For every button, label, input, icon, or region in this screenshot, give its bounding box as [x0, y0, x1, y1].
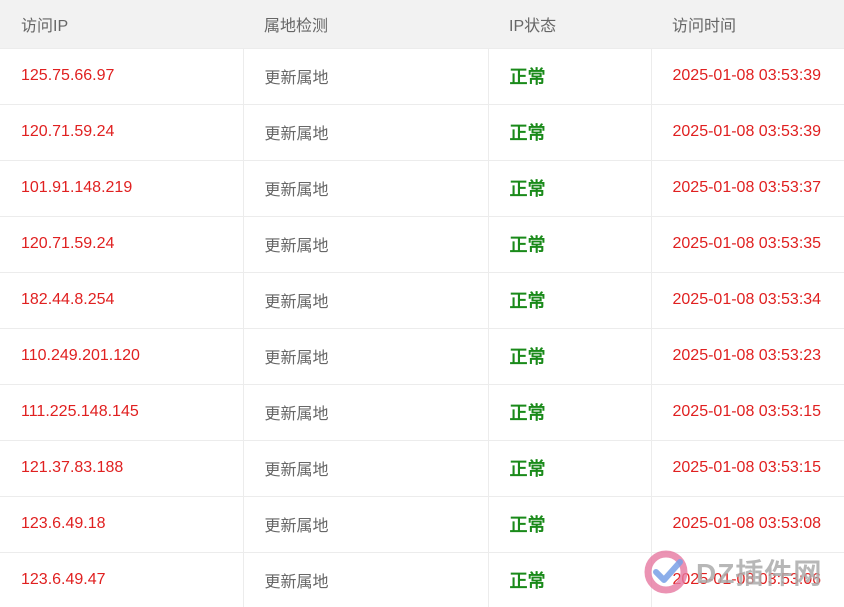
ip-address-cell: 123.6.49.47: [0, 552, 244, 607]
ip-address-cell: 121.37.83.188: [0, 440, 244, 496]
ip-address-cell: 120.71.59.24: [0, 104, 244, 160]
ip-status-cell: 正常: [488, 328, 652, 384]
ip-status-cell: 正常: [488, 216, 652, 272]
access-time-cell: 2025-01-08 03:53:08: [672, 515, 822, 532]
update-location-link[interactable]: 更新属地: [243, 496, 489, 552]
ip-address-cell: 123.6.49.18: [0, 496, 244, 552]
ip-address-cell: 110.249.201.120: [0, 328, 244, 384]
access-time-cell: 2025-01-08 03:53:15: [672, 403, 822, 420]
update-location-link[interactable]: 更新属地: [243, 216, 489, 272]
update-location-link[interactable]: 更新属地: [243, 104, 489, 160]
table-row: 182.44.8.254 更新属地 正常 2025-01-08 03:53:34: [0, 272, 844, 328]
update-location-link[interactable]: 更新属地: [243, 48, 489, 104]
ip-status-cell: 正常: [488, 496, 652, 552]
ip-status-cell: 正常: [488, 384, 652, 440]
ip-address-cell: 182.44.8.254: [0, 272, 244, 328]
table-row: 111.225.148.145 更新属地 正常 2025-01-08 03:53:15: [0, 384, 844, 440]
access-time-cell: 2025-01-08 03:53:35: [672, 235, 822, 252]
update-location-link[interactable]: 更新属地: [243, 552, 489, 607]
ip-status-cell: 正常: [488, 104, 652, 160]
header-time: 访问时间: [672, 17, 737, 35]
ip-status-cell: 正常: [488, 272, 652, 328]
table-row: 123.6.49.47 更新属地 正常 2025-01-08 03:53:06: [0, 552, 844, 607]
ip-address-cell: 101.91.148.219: [0, 160, 244, 216]
ip-status-cell: 正常: [488, 552, 652, 607]
ip-address-cell: 125.75.66.97: [0, 48, 244, 104]
table-row: 123.6.49.18 更新属地 正常 2025-01-08 03:53:08: [0, 496, 844, 552]
update-location-link[interactable]: 更新属地: [243, 440, 489, 496]
access-time-cell: 2025-01-08 03:53:39: [672, 123, 822, 140]
update-location-link[interactable]: 更新属地: [243, 272, 489, 328]
table-row: 120.71.59.24 更新属地 正常 2025-01-08 03:53:35: [0, 216, 844, 272]
ip-access-table: 访问IP 属地检测 IP状态 访问时间 125.75.66.97 更新属地 正常 20…: [0, 0, 844, 607]
table-row: 110.249.201.120 更新属地 正常 2025-01-08 03:53:23: [0, 328, 844, 384]
access-time-cell: 2025-01-08 03:53:37: [672, 179, 822, 196]
ip-status-cell: 正常: [488, 48, 652, 104]
access-time-cell: 2025-01-08 03:53:39: [672, 67, 822, 84]
access-time-cell: 2025-01-08 03:53:23: [672, 347, 822, 364]
update-location-link[interactable]: 更新属地: [243, 384, 489, 440]
header-status: IP状态: [509, 17, 557, 35]
header-location: 属地检测: [264, 17, 329, 35]
update-location-link[interactable]: 更新属地: [243, 328, 489, 384]
table-row: 120.71.59.24 更新属地 正常 2025-01-08 03:53:39: [0, 104, 844, 160]
header-ip: 访问IP: [21, 17, 69, 35]
access-time-cell: 2025-01-08 03:53:15: [672, 459, 822, 476]
access-time-cell: 2025-01-08 03:53:34: [672, 291, 822, 308]
table-row: 125.75.66.97 更新属地 正常 2025-01-08 03:53:39: [0, 48, 844, 104]
table-row: 101.91.148.219 更新属地 正常 2025-01-08 03:53:37: [0, 160, 844, 216]
update-location-link[interactable]: 更新属地: [243, 160, 489, 216]
access-time-cell: 2025-01-08 03:53:06: [672, 571, 822, 589]
ip-address-cell: 111.225.148.145: [0, 384, 244, 440]
ip-address-cell: 120.71.59.24: [0, 216, 244, 272]
table-row: 121.37.83.188 更新属地 正常 2025-01-08 03:53:15: [0, 440, 844, 496]
ip-status-cell: 正常: [488, 160, 652, 216]
table-header-row: 访问IP 属地检测 IP状态 访问时间: [0, 0, 844, 48]
ip-status-cell: 正常: [488, 440, 652, 496]
